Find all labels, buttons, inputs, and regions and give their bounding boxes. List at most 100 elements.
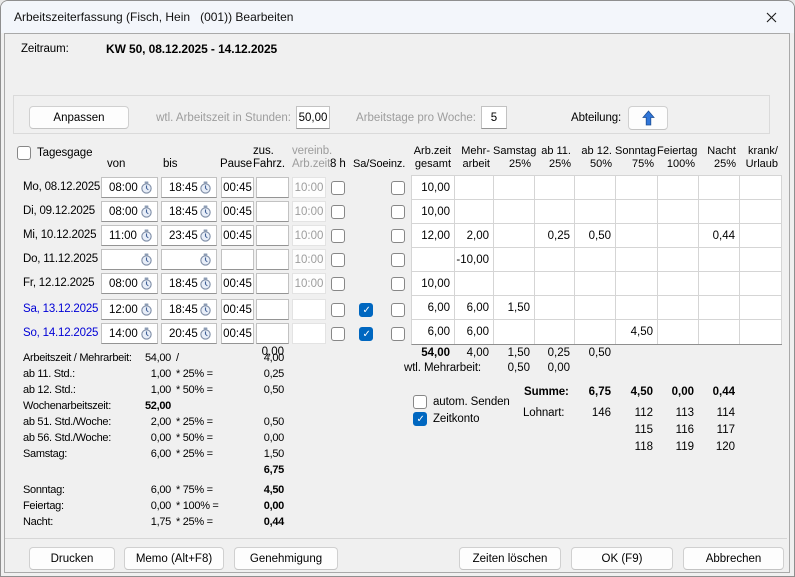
anpassen-button[interactable]: Anpassen [29, 106, 129, 129]
stopwatch-icon[interactable] [140, 277, 153, 290]
drucken-button[interactable]: Drucken [29, 547, 115, 570]
ok-button[interactable]: OK (F9) [571, 547, 673, 570]
stopwatch-icon[interactable] [140, 253, 153, 266]
fahrz-input[interactable] [256, 201, 289, 222]
von-input[interactable]: 12:00 [101, 299, 158, 320]
stopwatch-icon[interactable] [140, 181, 153, 194]
checkbox-einz[interactable] [391, 205, 405, 219]
zeiten-loeschen-button[interactable]: Zeiten löschen [459, 547, 561, 570]
abteilung-button[interactable] [628, 106, 668, 130]
checkbox-einz[interactable] [391, 303, 405, 317]
fahrz-input[interactable] [256, 299, 289, 320]
checkbox-saso[interactable] [359, 327, 373, 341]
von-input[interactable] [101, 249, 158, 270]
checkbox-einz[interactable] [391, 327, 405, 341]
pause-value: 00:45 [223, 303, 252, 316]
stopwatch-icon[interactable] [140, 303, 153, 316]
zeiten-loeschen-label: Zeiten löschen [472, 552, 548, 565]
vereinb-arbzeit-field: 10:00 [292, 201, 326, 222]
stopwatch-icon[interactable] [199, 229, 212, 242]
stopwatch-icon[interactable] [140, 205, 153, 218]
grid-cell [494, 272, 535, 296]
vereinb-value: 10:00 [294, 253, 324, 266]
von-input[interactable]: 14:00 [101, 323, 158, 344]
checkbox-8h[interactable] [331, 229, 345, 243]
pause-input[interactable]: 00:45 [221, 323, 254, 344]
zeitkonto-checkbox[interactable] [413, 412, 427, 426]
checkbox-einz[interactable] [391, 181, 405, 195]
header-fahrz: Fahrz. [253, 158, 285, 170]
titlebar: Arbeitszeiterfassung (Fisch, Hein (001))… [1, 1, 794, 33]
summary-row: ab 51. Std./Woche: 2,00 * 25% = 0,50 [23, 416, 284, 428]
wtl-arbeitszeit-label: wtl. Arbeitszeit in Stunden: [156, 112, 291, 124]
grid-cell [494, 224, 535, 248]
fahrz-input[interactable] [256, 273, 289, 294]
day-label: So, 14.12.2025 [23, 327, 99, 339]
zeitraum-value: KW 50, 08.12.2025 - 14.12.2025 [106, 42, 278, 56]
checkbox-8h[interactable] [331, 303, 345, 317]
stopwatch-icon[interactable] [199, 327, 212, 340]
pause-input[interactable]: 00:45 [221, 177, 254, 198]
summary-row: 6,75 [263, 464, 285, 476]
tagesgage-checkbox[interactable] [17, 146, 31, 160]
grid-cell [658, 176, 699, 200]
pause-input[interactable]: 00:45 [221, 273, 254, 294]
grid-cell [455, 272, 494, 296]
fahrz-input[interactable] [256, 249, 289, 270]
day-label: Mi, 10.12.2025 [23, 229, 97, 241]
pause-input[interactable]: 00:45 [221, 201, 254, 222]
bis-input[interactable] [161, 249, 217, 270]
autom-senden-checkbox[interactable] [413, 395, 427, 409]
checkbox-einz[interactable] [391, 253, 405, 267]
bis-input[interactable]: 18:45 [161, 177, 217, 198]
pause-input[interactable]: 00:45 [221, 225, 254, 246]
pause-input[interactable] [221, 249, 254, 270]
checkbox-8h[interactable] [331, 327, 345, 341]
checkbox-8h[interactable] [331, 253, 345, 267]
fahrz-input[interactable] [256, 323, 289, 344]
stopwatch-icon[interactable] [199, 205, 212, 218]
von-input[interactable]: 08:00 [101, 273, 158, 294]
checkbox-einz[interactable] [391, 229, 405, 243]
lohnart-value: 114 [716, 407, 735, 419]
summary-block: Arbeitszeit / Mehrarbeit: 54,00/4,00 ab 1… [23, 352, 289, 532]
summary-row: Samstag: 6,00 * 25% = 1,50 [23, 448, 284, 460]
stopwatch-icon[interactable] [140, 229, 153, 242]
bis-input[interactable]: 18:45 [161, 273, 217, 294]
fahrz-input[interactable] [256, 225, 289, 246]
stopwatch-icon[interactable] [199, 303, 212, 316]
arbeitstage-value: 5 [490, 111, 498, 124]
von-input[interactable]: 11:00 [101, 225, 158, 246]
stopwatch-icon[interactable] [140, 327, 153, 340]
abbrechen-button[interactable]: Abbrechen [683, 547, 784, 570]
lohnart-value: 113 [675, 407, 694, 419]
checkbox-8h[interactable] [331, 277, 345, 291]
stopwatch-icon[interactable] [199, 181, 212, 194]
von-input[interactable]: 08:00 [101, 201, 158, 222]
genehmigung-button[interactable]: Genehmigung [234, 547, 338, 570]
checkbox-einz[interactable] [391, 277, 405, 291]
vereinb-value: 10:00 [294, 229, 324, 242]
bis-input[interactable]: 18:45 [161, 201, 217, 222]
bis-input[interactable]: 23:45 [161, 225, 217, 246]
close-button[interactable] [748, 1, 794, 33]
fahrz-input[interactable] [256, 177, 289, 198]
checkbox-8h[interactable] [331, 205, 345, 219]
pause-input[interactable]: 00:45 [221, 299, 254, 320]
grid-cell [616, 176, 658, 200]
bis-input[interactable]: 20:45 [161, 323, 217, 344]
memo-button[interactable]: Memo (Alt+F8) [124, 547, 224, 570]
bis-input[interactable]: 18:45 [161, 299, 217, 320]
von-input[interactable]: 08:00 [101, 177, 158, 198]
grid-cell [658, 272, 699, 296]
wtl-arbeitszeit-field[interactable]: 50,00 [296, 106, 330, 129]
arbeitstage-field[interactable]: 5 [481, 106, 507, 129]
tagesgage-label: Tagesgage [37, 147, 93, 159]
pause-value: 00:45 [223, 327, 252, 340]
stopwatch-icon[interactable] [199, 277, 212, 290]
day-label: Di, 09.12.2025 [23, 205, 96, 217]
stopwatch-icon[interactable] [199, 253, 212, 266]
checkbox-8h[interactable] [331, 181, 345, 195]
abbrechen-label: Abbrechen [705, 552, 762, 565]
checkbox-saso[interactable] [359, 303, 373, 317]
